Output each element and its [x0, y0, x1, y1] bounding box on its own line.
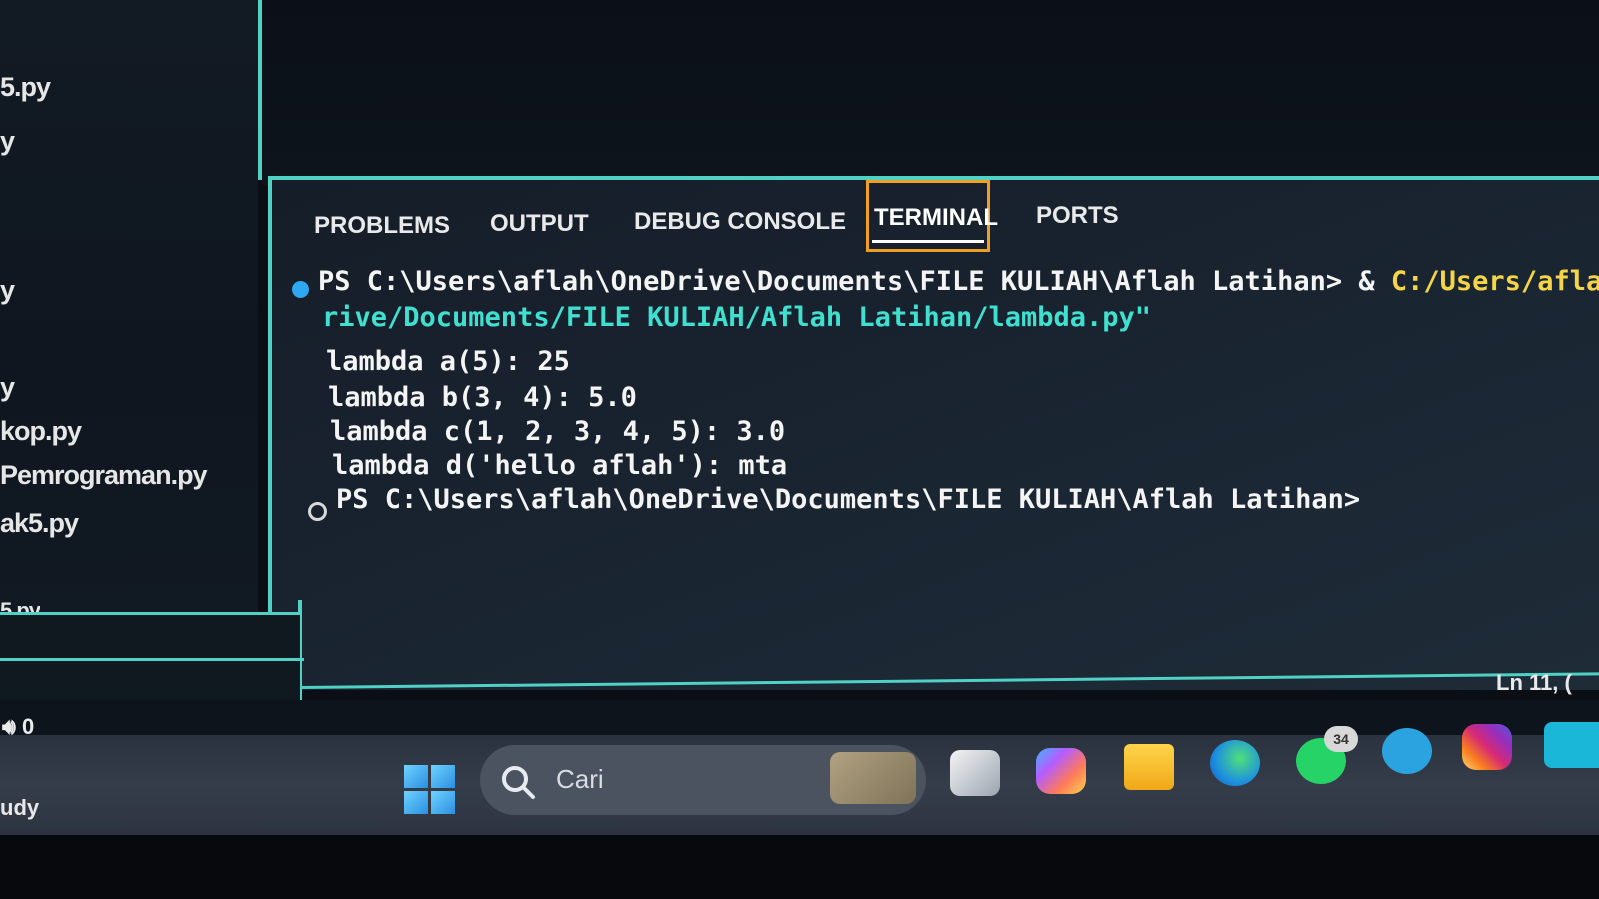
start-button[interactable]	[404, 765, 456, 815]
tab-terminal[interactable]: TERMINAL	[874, 204, 998, 232]
explorer-file-item[interactable]: y	[0, 275, 15, 306]
terminal-prompt: PS C:\Users\aflah\OneDrive\Documents\FIL…	[318, 266, 1343, 297]
command-success-dot[interactable]	[292, 281, 309, 298]
section-divider	[0, 658, 304, 661]
search-icon	[502, 766, 535, 799]
windows-logo-tile	[431, 765, 455, 788]
notification-badge: 34	[1324, 726, 1358, 752]
terminal-output-line: lambda b(3, 4): 5.0	[328, 382, 637, 413]
panel-border	[268, 176, 272, 616]
explorer-file-item[interactable]: y	[0, 126, 15, 157]
edge-browser-icon[interactable]	[1210, 740, 1260, 786]
app-icon[interactable]	[1544, 722, 1599, 768]
tab-output[interactable]: OUTPUT	[490, 210, 589, 238]
telegram-icon[interactable]	[1382, 728, 1432, 774]
terminal-output-line: lambda d('hello aflah'): mta	[332, 450, 788, 481]
windows-logo-tile	[431, 791, 455, 814]
tab-debug-console[interactable]: DEBUG CONSOLE	[634, 208, 846, 236]
explorer-file-item[interactable]: 5.py	[0, 72, 51, 103]
terminal-command-path: C:/Users/aflah/App	[1390, 266, 1599, 297]
copilot-icon[interactable]	[1036, 748, 1086, 794]
tab-ports[interactable]: PORTS	[1036, 202, 1119, 230]
command-pending-dot[interactable]	[308, 502, 327, 521]
explorer-file-item[interactable]: y	[0, 372, 15, 403]
monitor-bezel	[0, 835, 1599, 899]
terminal-line: rive/Documents/FILE KULIAH/Aflah Latihan…	[322, 302, 1152, 333]
section-divider	[0, 612, 300, 615]
search-placeholder: Cari	[556, 764, 604, 794]
file-explorer-icon[interactable]	[1124, 744, 1174, 790]
terminal-operator: &	[1358, 266, 1375, 297]
terminal-line: PS C:\Users\aflah\OneDrive\Documents\FIL…	[318, 266, 1599, 297]
terminal-output-line: lambda a(5): 25	[326, 346, 570, 377]
status-cursor-position[interactable]: Ln 11, (	[1496, 670, 1572, 696]
instagram-icon[interactable]	[1462, 724, 1512, 770]
status-bar	[0, 700, 1599, 735]
windows-logo-tile	[404, 765, 428, 788]
terminal-prompt: PS C:\Users\aflah\OneDrive\Documents\FIL…	[336, 484, 1361, 515]
explorer-file-item[interactable]: ak5.py	[0, 508, 79, 539]
taskbar-widget-text[interactable]: udy	[0, 795, 39, 821]
terminal-output-line: lambda c(1, 2, 3, 4, 5): 3.0	[330, 416, 786, 447]
active-tab-underline	[872, 240, 984, 243]
explorer-file-item[interactable]: kop.py	[0, 416, 82, 447]
windows-logo-tile	[404, 791, 428, 814]
explorer-file-item[interactable]: Pemrograman.py	[0, 460, 208, 491]
editor-area[interactable]	[262, 0, 1599, 185]
task-view-icon[interactable]	[950, 750, 1000, 796]
search-highlight-image	[830, 752, 916, 804]
screen: 5.py y y y kop.py Pemrograman.py ak5.py …	[0, 0, 1599, 899]
sidebar-divider[interactable]	[258, 0, 262, 180]
tab-problems[interactable]: PROBLEMS	[314, 212, 450, 240]
